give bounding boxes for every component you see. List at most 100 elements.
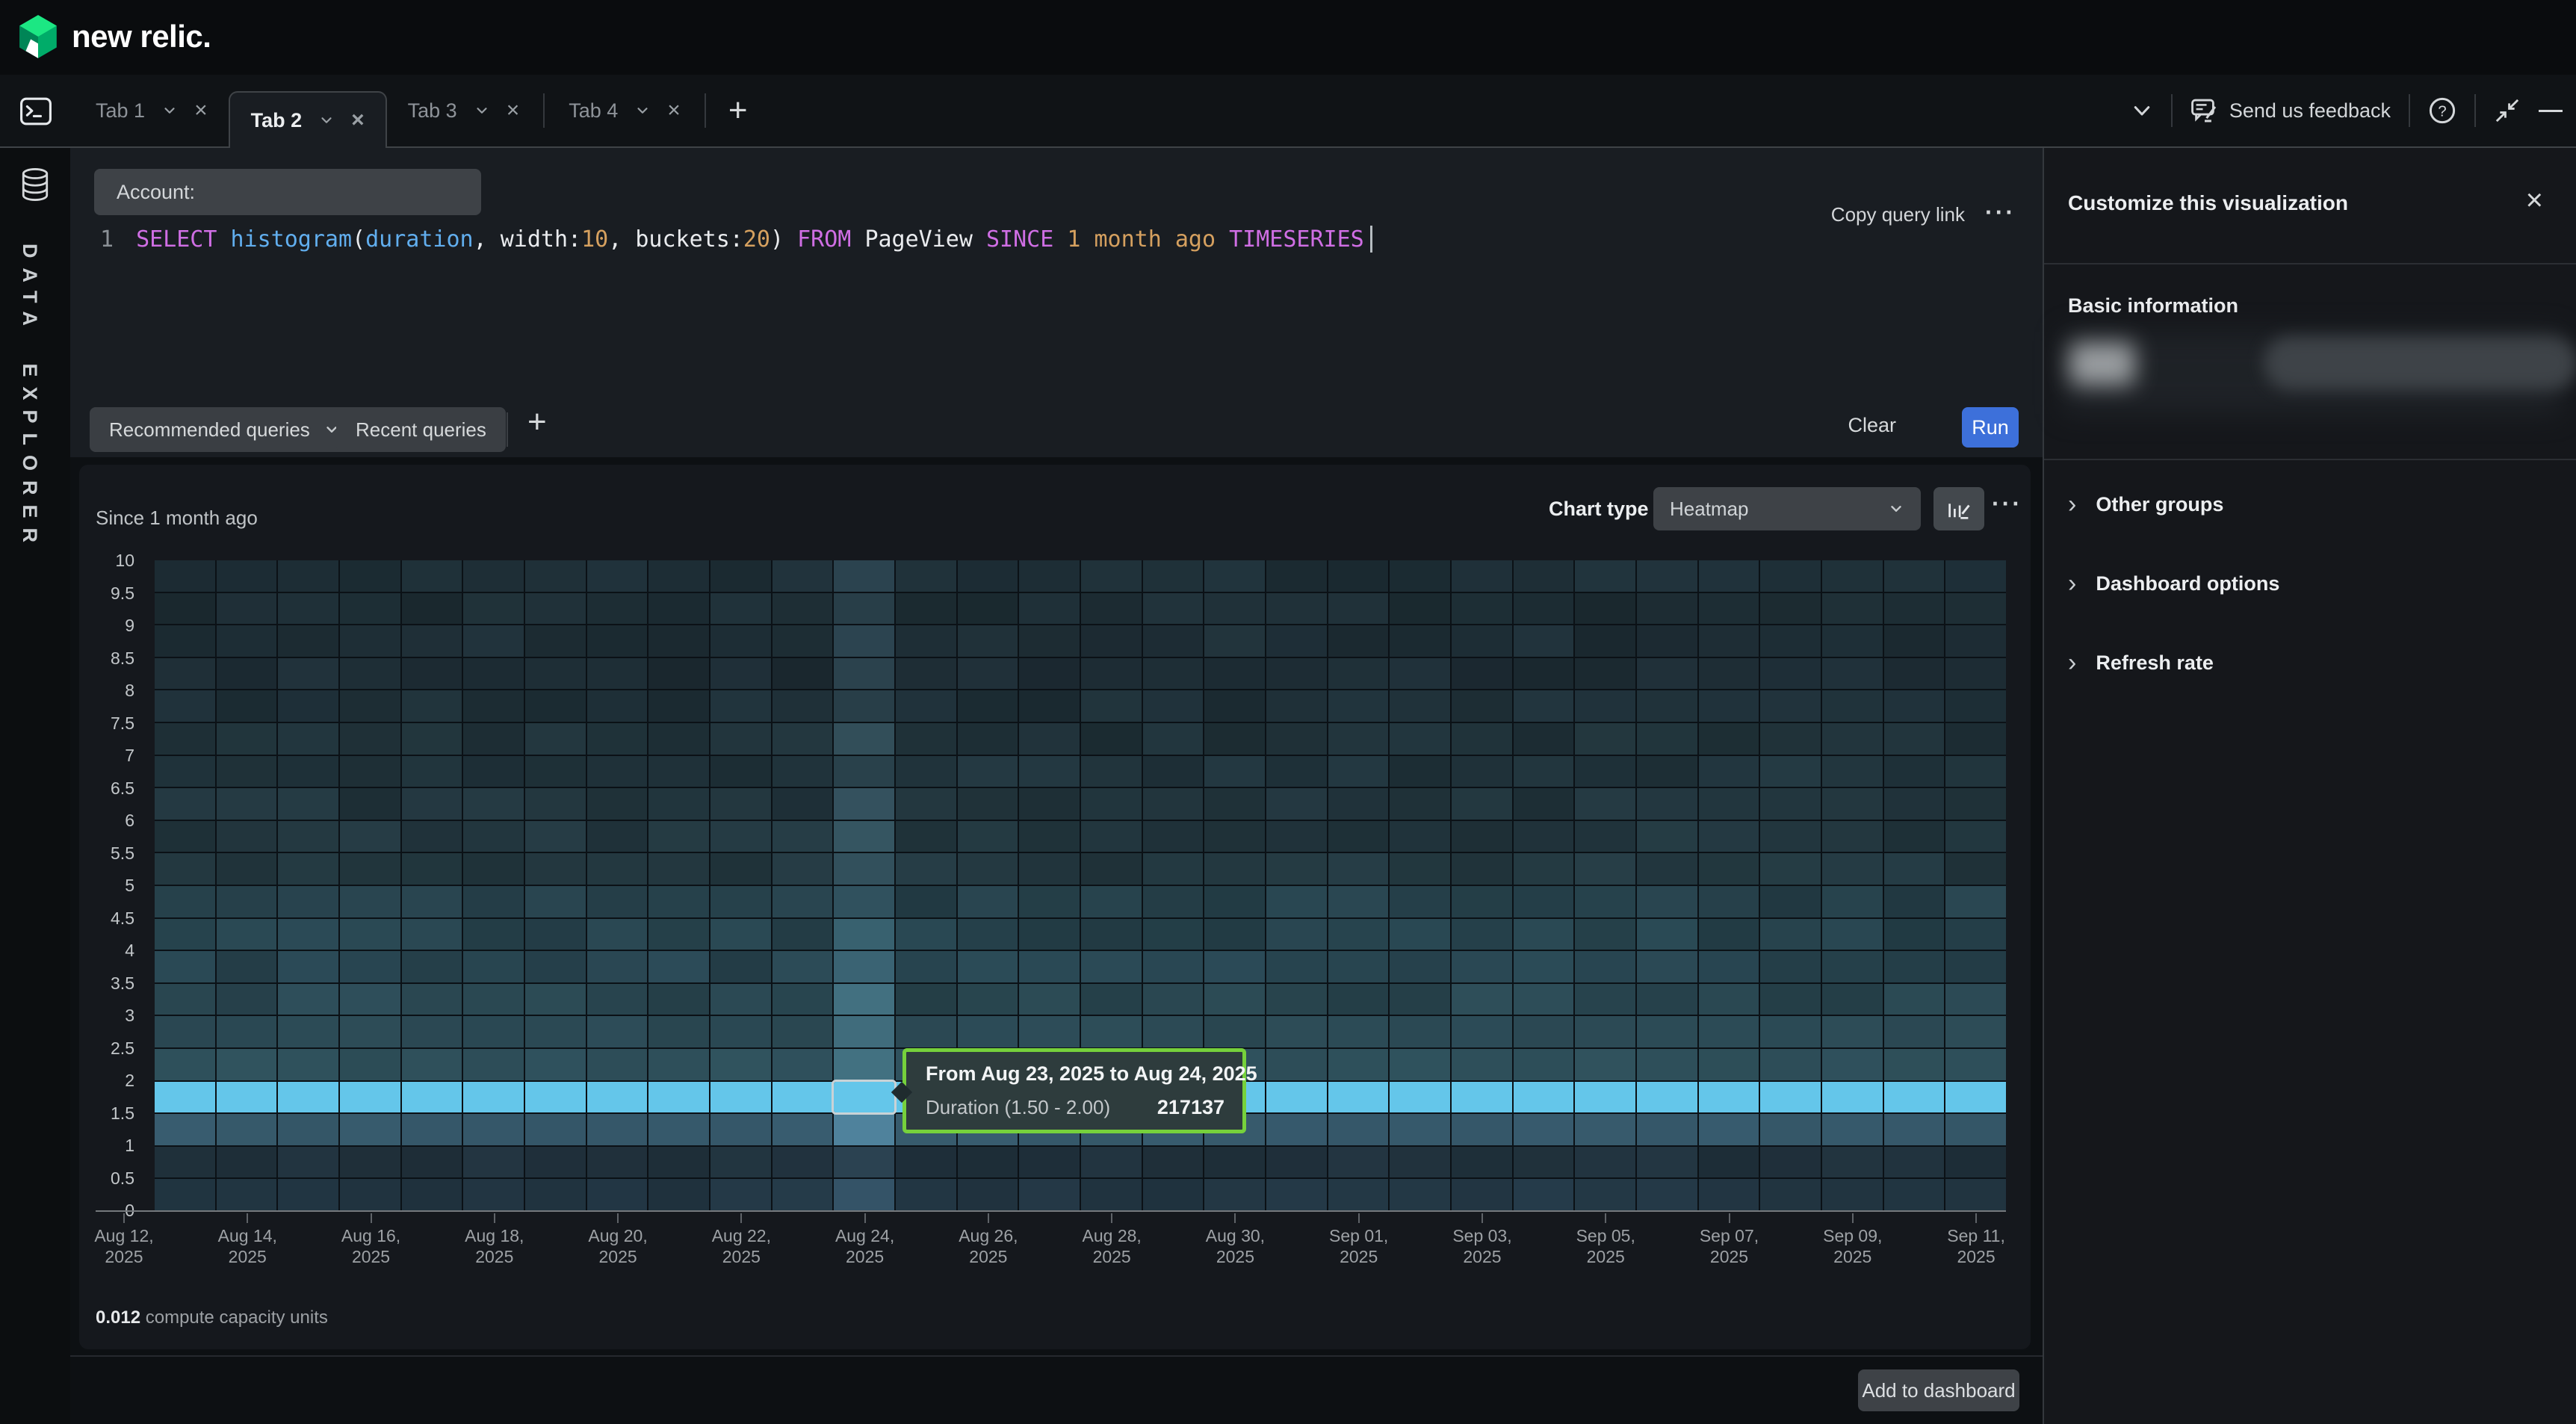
heatmap-cell[interactable] [1575,853,1635,885]
heatmap-cell[interactable] [401,788,462,820]
heatmap-cell[interactable] [1945,1146,2006,1178]
heatmap-cell[interactable] [834,722,894,755]
heatmap-cell[interactable] [1575,1081,1635,1113]
heatmap-cell[interactable] [401,853,462,885]
heatmap-cell[interactable] [1575,657,1635,690]
heatmap-cell[interactable] [1142,722,1204,755]
heatmap-cell[interactable] [1760,1114,1821,1145]
heatmap-cell[interactable] [401,560,462,592]
heatmap-cell[interactable] [524,1016,586,1047]
heatmap-cell[interactable] [463,788,524,820]
heatmap-cell[interactable] [1945,722,2006,755]
heatmap-cell[interactable] [1513,755,1574,787]
heatmap-cell[interactable] [524,820,586,852]
heatmap-cell[interactable] [1266,1081,1327,1113]
heatmap-cell[interactable] [216,1048,277,1080]
heatmap-cell[interactable] [524,722,586,755]
heatmap-cell[interactable] [1575,951,1635,982]
heatmap-cell[interactable] [463,885,524,917]
heatmap-cell[interactable] [463,755,524,787]
heatmap-cell[interactable] [1883,1016,1945,1047]
query-console-button[interactable] [19,96,52,127]
heatmap-cell[interactable] [1142,1016,1204,1047]
heatmap-cell[interactable] [1575,592,1635,625]
heatmap-cell[interactable] [1698,722,1759,755]
heatmap-cell[interactable] [155,853,215,885]
heatmap-cell[interactable] [1513,1114,1574,1145]
heatmap-cell[interactable] [1142,1179,1204,1210]
heatmap-cell[interactable] [1698,1048,1759,1080]
heatmap-cell[interactable] [1390,560,1450,592]
heatmap-cell[interactable] [401,1179,462,1210]
heatmap-cell[interactable] [648,560,709,592]
heatmap-cell[interactable] [1080,722,1142,755]
heatmap-cell[interactable] [401,722,462,755]
heatmap-cell[interactable] [586,918,648,950]
heatmap-cell[interactable] [772,1016,833,1047]
heatmap-cell[interactable] [957,592,1018,625]
heatmap-cell[interactable] [1636,1081,1697,1113]
heatmap-cell[interactable] [1204,1146,1265,1178]
panel-section-other-groups[interactable]: › Other groups [2044,465,2576,544]
heatmap-cell[interactable] [155,1048,215,1080]
heatmap-cell[interactable] [1821,788,1883,820]
heatmap-cell[interactable] [1204,1179,1265,1210]
heatmap-cell[interactable] [1080,592,1142,625]
heatmap-cell[interactable] [1080,918,1142,950]
heatmap-cell[interactable] [1390,1146,1450,1178]
heatmap-cell[interactable] [155,951,215,982]
heatmap-cell[interactable] [1328,592,1389,625]
heatmap-cell[interactable] [463,625,524,657]
heatmap-cell[interactable] [1636,1048,1697,1080]
heatmap-cell[interactable] [586,755,648,787]
heatmap-cell[interactable] [1575,690,1635,722]
recommended-queries-button[interactable]: Recommended queries [90,407,359,452]
heatmap-cell[interactable] [1698,1016,1759,1047]
heatmap-cell[interactable] [1698,885,1759,917]
heatmap-cell[interactable] [710,853,771,885]
heatmap-cell[interactable] [834,1048,894,1080]
heatmap-cell[interactable] [1513,560,1574,592]
heatmap-cell[interactable] [1760,918,1821,950]
heatmap-cell[interactable] [710,755,771,787]
heatmap-cell[interactable] [957,885,1018,917]
heatmap-cell[interactable] [278,1081,338,1113]
heatmap-cell[interactable] [401,951,462,982]
heatmap-cell[interactable] [586,690,648,722]
heatmap-cell[interactable] [1080,820,1142,852]
heatmap-cell[interactable] [278,1114,338,1145]
heatmap-cell[interactable] [1080,560,1142,592]
heatmap-cell[interactable] [1883,983,1945,1015]
heatmap-cell[interactable] [1945,625,2006,657]
heatmap-cell[interactable] [155,1179,215,1210]
heatmap-cell[interactable] [772,592,833,625]
heatmap-cell[interactable] [1760,983,1821,1015]
heatmap-cell[interactable] [216,820,277,852]
heatmap-cell[interactable] [1760,1146,1821,1178]
heatmap-cell[interactable] [1698,788,1759,820]
heatmap-cell[interactable] [216,690,277,722]
heatmap-cell[interactable] [524,1114,586,1145]
heatmap-cell[interactable] [1821,1179,1883,1210]
heatmap-cell[interactable] [1575,918,1635,950]
heatmap-cell[interactable] [834,1114,894,1145]
heatmap-cell[interactable] [1883,1179,1945,1210]
heatmap-cell[interactable] [834,918,894,950]
new-tab-button[interactable]: + [728,92,748,129]
heatmap-cell[interactable] [586,592,648,625]
heatmap-cell[interactable] [1019,1146,1080,1178]
heatmap-cell[interactable] [1883,918,1945,950]
heatmap-cell[interactable] [1821,820,1883,852]
heatmap-cell[interactable] [586,722,648,755]
heatmap-cell[interactable] [155,690,215,722]
heatmap-cell[interactable] [339,690,400,722]
heatmap-cell[interactable] [1019,625,1080,657]
heatmap-cell[interactable] [1513,1048,1574,1080]
heatmap-cell[interactable] [1760,1179,1821,1210]
heatmap-cell[interactable] [524,592,586,625]
heatmap-cell[interactable] [278,625,338,657]
heatmap-cell[interactable] [1451,853,1512,885]
tab-close-icon[interactable]: × [351,109,365,131]
heatmap-cell[interactable] [834,690,894,722]
heatmap-cell[interactable] [1760,755,1821,787]
